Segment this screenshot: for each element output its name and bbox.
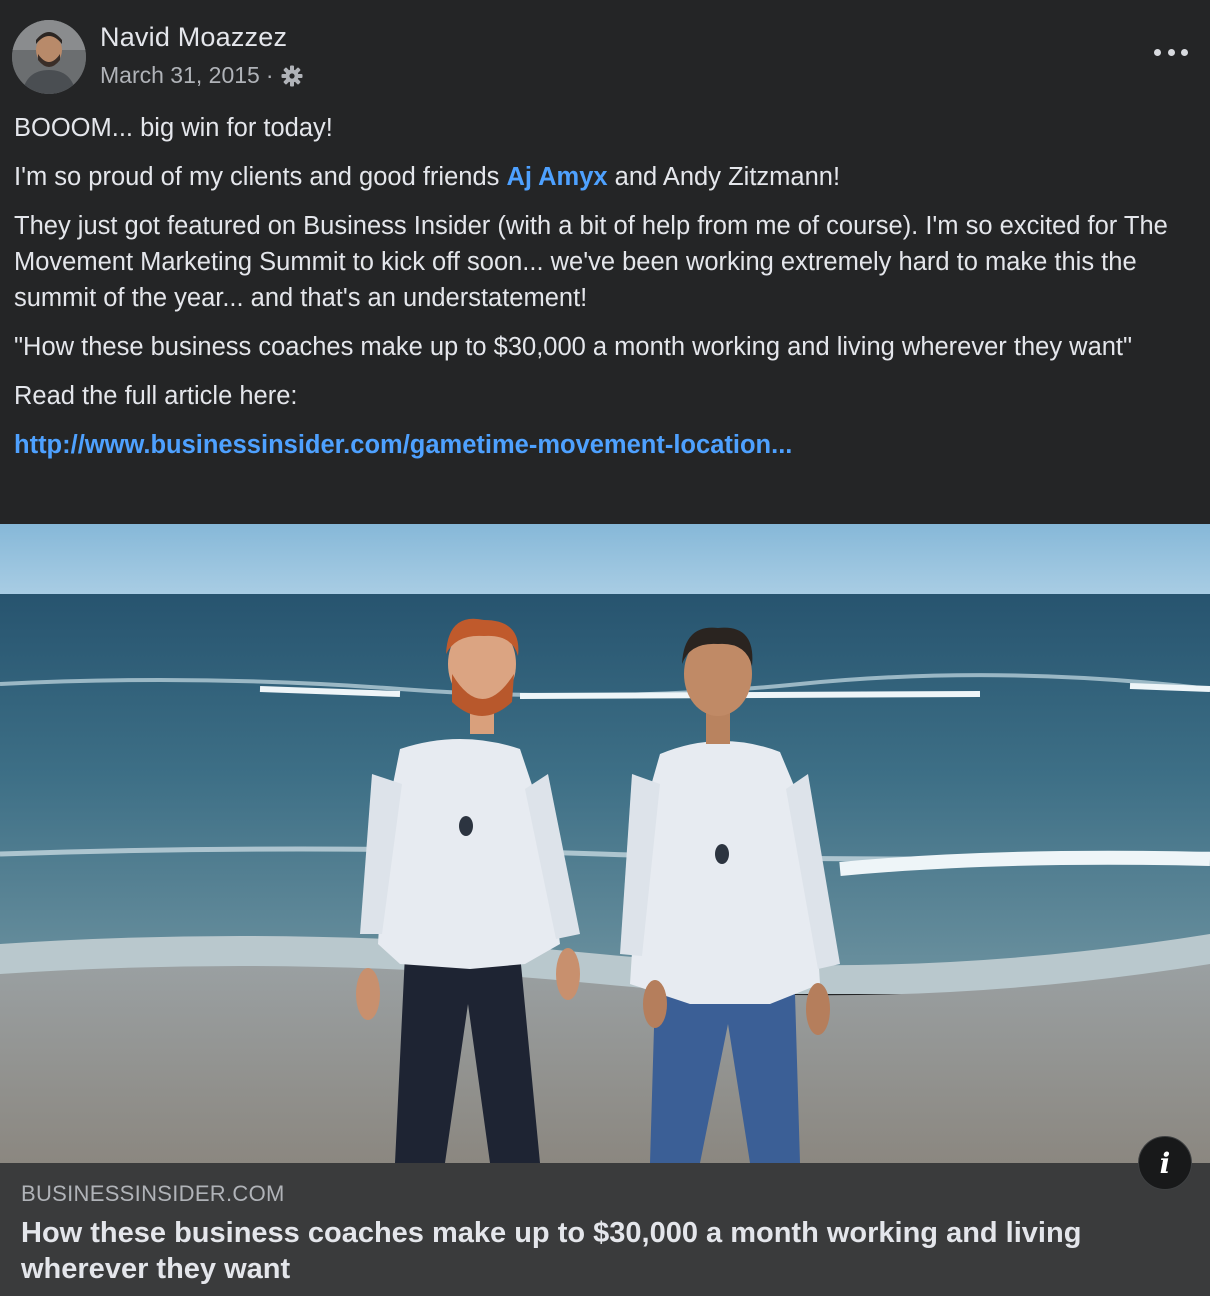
post-line-1: BOOOM... big win for today! <box>14 114 333 142</box>
link-preview-card[interactable]: BUSINESSINSIDER.COM How these business c… <box>0 1163 1210 1296</box>
post-quote: "How these business coaches make up to $… <box>14 333 1133 361</box>
gear-icon[interactable] <box>280 64 304 88</box>
meta-separator: · <box>265 62 274 88</box>
post-url-line: http://www.businessinsider.com/gametime-… <box>14 427 1194 463</box>
article-link[interactable]: http://www.businessinsider.com/gametime-… <box>14 431 792 459</box>
more-options-icon[interactable] <box>1154 38 1188 66</box>
post-line-2-before: I'm so proud of my clients and good frie… <box>14 163 507 191</box>
post-line-2: I'm so proud of my clients and good frie… <box>14 159 1194 195</box>
post-date[interactable]: March 31, 2015 <box>100 62 260 89</box>
post-meta: March 31, 2015 · <box>100 62 304 89</box>
mention-link[interactable]: Aj Amyx <box>506 163 607 191</box>
link-domain: BUSINESSINSIDER.COM <box>21 1181 285 1206</box>
avatar[interactable] <box>12 20 86 94</box>
post-read-more: Read the full article here: <box>14 382 298 410</box>
dot <box>1154 48 1161 56</box>
dot <box>1167 48 1175 56</box>
info-icon[interactable]: i <box>1138 1136 1192 1190</box>
link-preview-image[interactable] <box>0 524 1210 1163</box>
post-header: Navid Moazzez March 31, 2015 · <box>0 0 1210 110</box>
dot <box>1181 48 1188 56</box>
post-paragraph-3: They just got featured on Business Insid… <box>14 212 1168 312</box>
post-text: BOOOM... big win for today! I'm so proud… <box>14 110 1194 476</box>
link-title[interactable]: How these business coaches make up to $3… <box>21 1215 1161 1287</box>
post-line-2-after: and Andy Zitzmann! <box>607 163 841 191</box>
author-name[interactable]: Navid Moazzez <box>100 22 287 53</box>
